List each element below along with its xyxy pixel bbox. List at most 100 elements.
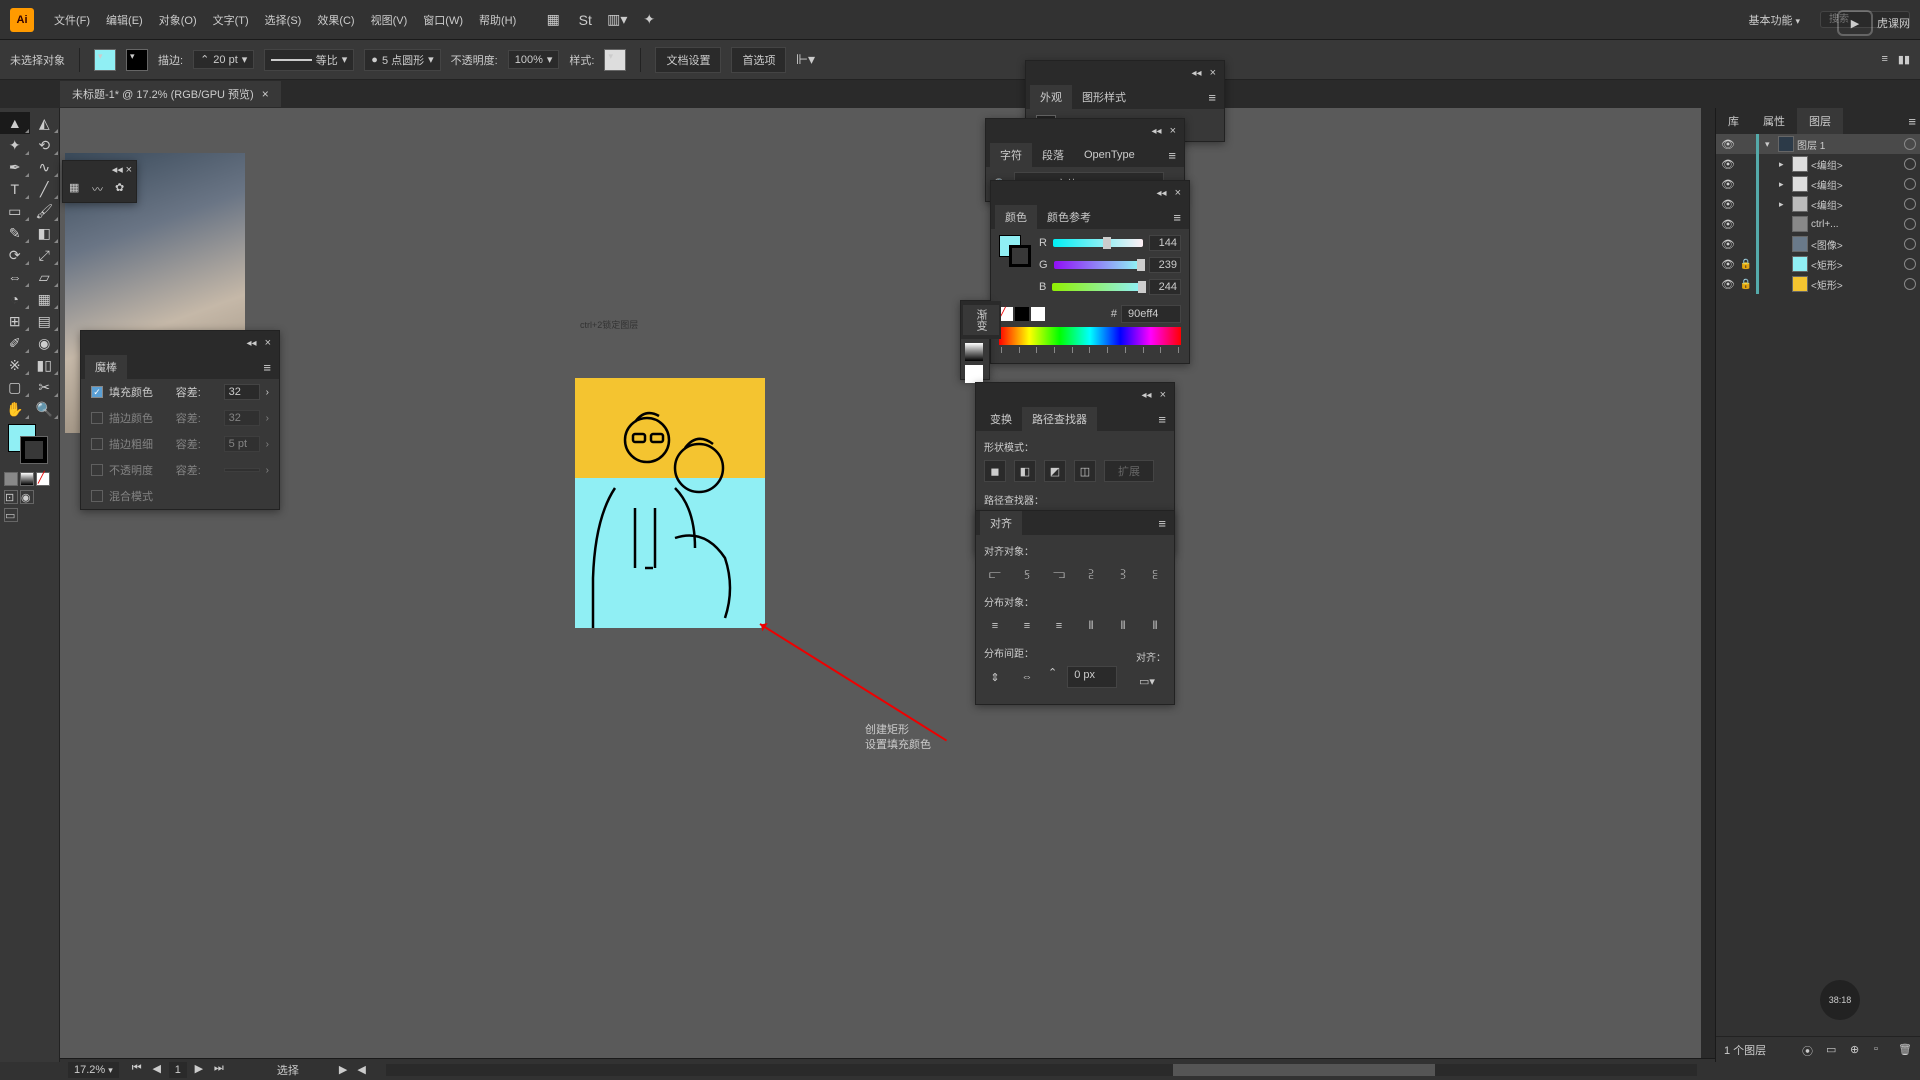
artboard-number[interactable]: 1 — [169, 1062, 187, 1078]
draw-mode-icon[interactable]: ◉ — [20, 490, 34, 504]
artboard-tool[interactable]: ▢ — [0, 376, 30, 398]
align-left-button[interactable]: ⫍ — [984, 564, 1006, 586]
close-icon[interactable]: × — [262, 87, 269, 101]
line-tool[interactable]: ╱ — [30, 178, 60, 200]
panel-menu-icon[interactable]: ≡ — [1164, 148, 1180, 163]
tab-pathfinder[interactable]: 路径查找器 — [1022, 407, 1097, 431]
expand-button[interactable]: 扩展 — [1104, 460, 1154, 482]
swatches-icon[interactable]: ▦ — [69, 181, 84, 199]
expand-toggle[interactable]: ▸ — [1779, 199, 1789, 210]
g-slider[interactable] — [1054, 261, 1143, 269]
visibility-toggle[interactable]: 👁 — [1720, 178, 1736, 191]
unite-button[interactable]: ◼ — [984, 460, 1006, 482]
target-icon[interactable] — [1904, 198, 1916, 210]
target-icon[interactable] — [1904, 238, 1916, 250]
dist-top-button[interactable]: ≡ — [984, 615, 1006, 637]
magic-wand-option[interactable]: 混合模式 — [81, 483, 279, 509]
close-icon[interactable]: × — [1166, 125, 1180, 137]
make-clip-icon[interactable]: ▭ — [1826, 1043, 1840, 1057]
canvas[interactable]: ctrl+2锁定图层 创建矩形 设置填充颜色 — [60, 108, 1715, 1062]
screen-mode[interactable]: ▭ — [4, 508, 18, 522]
chevron-right-icon[interactable]: › — [266, 387, 269, 398]
checkbox[interactable] — [91, 386, 103, 398]
mesh-tool[interactable]: ⊞ — [0, 310, 30, 332]
free-transform-tool[interactable]: ▱ — [30, 266, 60, 288]
layer-name[interactable]: <编组> — [1811, 177, 1901, 192]
visibility-toggle[interactable]: 👁 — [1720, 158, 1736, 171]
align-to-icon[interactable]: ⊩▾ — [796, 51, 814, 69]
last-artboard-button[interactable]: ⏭ — [211, 1062, 227, 1078]
checkbox[interactable] — [91, 490, 103, 502]
collapse-icon[interactable]: ≡ — [1881, 53, 1887, 66]
scroll-left-icon[interactable]: ▶ — [339, 1063, 347, 1076]
color-stroke-swatch[interactable] — [1009, 245, 1031, 267]
tab-graphic-styles[interactable]: 图形样式 — [1072, 85, 1136, 109]
scale-tool[interactable]: ⤢ — [30, 244, 60, 266]
panel-menu-icon[interactable]: ≡ — [1154, 516, 1170, 531]
align-top-button[interactable]: ⫔ — [1080, 564, 1102, 586]
magic-wand-option[interactable]: 填充颜色容差:32› — [81, 379, 279, 405]
menu-edit[interactable]: 编辑(E) — [98, 12, 151, 28]
scroll-right-icon[interactable]: ◀ — [357, 1063, 365, 1076]
expand-toggle[interactable]: ▾ — [1765, 139, 1775, 150]
collapse-icon[interactable]: ◂◂ — [112, 164, 123, 176]
align-right-button[interactable]: ⫎ — [1048, 564, 1070, 586]
layer-row[interactable]: 👁 <图像> — [1716, 234, 1920, 254]
b-slider[interactable] — [1052, 283, 1143, 291]
symbol-sprayer-tool[interactable]: ※ — [0, 354, 30, 376]
layer-name[interactable]: <矩形> — [1811, 257, 1901, 272]
opacity-input[interactable]: 100%▾ — [508, 50, 560, 69]
hex-input[interactable]: 90eff4 — [1121, 305, 1181, 323]
collapse-icon[interactable]: ◂◂ — [1188, 68, 1206, 79]
align-hcenter-button[interactable]: ⫓ — [1016, 564, 1038, 586]
lock-toggle[interactable]: 🔒 — [1739, 259, 1753, 270]
artboard[interactable] — [575, 378, 765, 628]
menu-view[interactable]: 视图(V) — [363, 12, 416, 28]
layer-name[interactable]: <图像> — [1811, 237, 1901, 252]
gradient-swatch-2[interactable] — [965, 365, 983, 383]
doc-setup-button[interactable]: 文档设置 — [655, 47, 721, 73]
tab-opentype[interactable]: OpenType — [1074, 145, 1145, 165]
first-artboard-button[interactable]: ⏮ — [129, 1062, 145, 1078]
stroke-profile[interactable]: 等比▾ — [264, 49, 354, 71]
tolerance-input[interactable]: 32 — [224, 384, 260, 400]
screen-mode-icon[interactable]: ⊡ — [4, 490, 18, 504]
close-icon[interactable]: × — [1171, 187, 1185, 199]
bridge-icon[interactable]: ▦ — [544, 11, 562, 29]
color-spectrum[interactable] — [999, 327, 1181, 345]
stock-icon[interactable]: St — [576, 11, 594, 29]
fill-stroke-control[interactable] — [0, 420, 59, 470]
visibility-toggle[interactable]: 👁 — [1720, 138, 1736, 151]
visibility-toggle[interactable]: 👁 — [1720, 218, 1736, 231]
align-vcenter-button[interactable]: ⫖ — [1112, 564, 1134, 586]
target-icon[interactable] — [1904, 258, 1916, 270]
shape-builder-tool[interactable]: ◔ — [0, 288, 30, 310]
magic-wand-tab[interactable]: 魔棒 — [85, 355, 127, 379]
tab-paragraph[interactable]: 段落 — [1032, 143, 1074, 167]
curvature-tool[interactable]: ∿ — [30, 156, 60, 178]
panel-menu-icon[interactable]: ≡ — [1204, 90, 1220, 105]
panel-toggle-icon[interactable]: ▮▮ — [1898, 53, 1910, 66]
layer-row[interactable]: 👁▸<编组> — [1716, 194, 1920, 214]
brush-tool[interactable]: 🖌 — [30, 200, 60, 222]
layer-row[interactable]: 👁🔒<矩形> — [1716, 254, 1920, 274]
target-icon[interactable] — [1904, 278, 1916, 290]
align-to-button[interactable]: ▭▾ — [1136, 670, 1158, 692]
direct-selection-tool[interactable]: ◭ — [30, 112, 60, 134]
intersect-button[interactable]: ◩ — [1044, 460, 1066, 482]
shaper-tool[interactable]: ✎ — [0, 222, 30, 244]
target-icon[interactable] — [1904, 158, 1916, 170]
panel-menu-icon[interactable]: ≡ — [259, 360, 275, 375]
tab-transform[interactable]: 变换 — [980, 407, 1022, 431]
vertical-scrollbar[interactable] — [1701, 108, 1715, 1058]
tab-properties[interactable]: 属性 — [1751, 108, 1797, 134]
visibility-toggle[interactable]: 👁 — [1720, 238, 1736, 251]
close-icon[interactable]: × — [1206, 67, 1220, 79]
close-icon[interactable]: × — [261, 337, 275, 349]
collapse-icon[interactable]: ◂◂ — [243, 338, 261, 349]
slice-tool[interactable]: ✂ — [30, 376, 60, 398]
r-value[interactable]: 144 — [1149, 235, 1181, 251]
new-sublayer-icon[interactable]: ⊕ — [1850, 1043, 1864, 1057]
b-value[interactable]: 244 — [1149, 279, 1181, 295]
menu-type[interactable]: 文字(T) — [205, 12, 257, 28]
